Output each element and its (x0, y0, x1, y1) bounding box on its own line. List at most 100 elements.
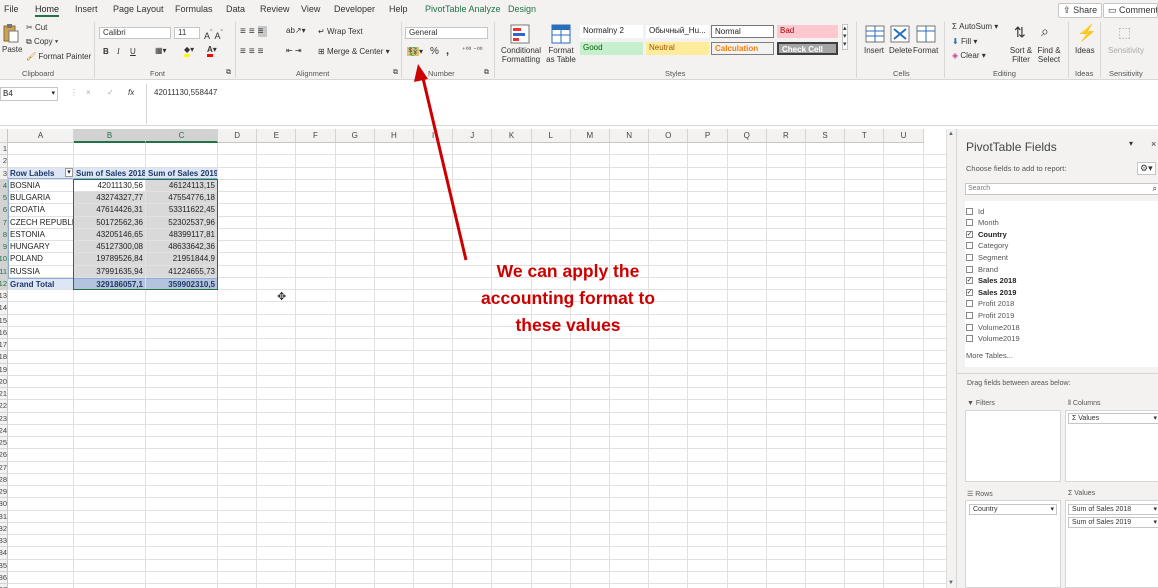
insert-function-icon[interactable]: fx (128, 88, 134, 97)
chevron-down-icon[interactable]: ▾ (51, 88, 55, 100)
paste-icon[interactable] (2, 22, 20, 44)
number-format-dropdown[interactable]: General (405, 27, 488, 39)
checked-checkbox-icon[interactable]: ✓ (966, 288, 973, 296)
font-name-dropdown[interactable]: Calibri (99, 27, 171, 39)
tab-developer[interactable]: Developer (334, 4, 375, 14)
grand-total-label[interactable]: Grand Total (8, 277, 73, 289)
conditional-formatting-button[interactable]: Conditional Formatting (500, 46, 542, 64)
checkbox-icon[interactable] (966, 335, 973, 343)
chevron-down-icon[interactable]: ▾ (1050, 505, 1054, 514)
find-select-icon[interactable]: ⌕ (1041, 23, 1049, 40)
column-header-s[interactable]: S (806, 129, 846, 143)
column-header-r[interactable]: R (766, 129, 806, 143)
ideas-icon[interactable]: ⚡ (1077, 23, 1097, 43)
share-button[interactable]: ⇪ Share (1058, 3, 1103, 18)
column-header-n[interactable]: N (610, 129, 650, 143)
pivot-value-cell[interactable]: 50172562,36 (74, 216, 145, 228)
pivot-row-label[interactable]: POLAND (8, 253, 73, 264)
pivot-value-cell[interactable]: 43274327,77 (74, 192, 145, 204)
column-header-f[interactable]: F (296, 129, 336, 143)
alignment-dialog-launcher-icon[interactable]: ⧉ (393, 69, 398, 77)
filter-dropdown-icon[interactable]: ▾ (65, 167, 73, 177)
row-header[interactable]: 27 (0, 461, 8, 474)
ideas-button[interactable]: Ideas (1075, 46, 1095, 55)
bold-button[interactable]: B (103, 47, 109, 56)
column-header-t[interactable]: T (845, 129, 885, 143)
pivot-value-cell[interactable]: 48399117,81 (146, 228, 217, 240)
font-dialog-launcher-icon[interactable]: ⧉ (226, 69, 231, 77)
column-header-l[interactable]: L (531, 129, 571, 143)
pivot-row-label[interactable]: CZECH REPUBLIC (8, 217, 73, 228)
row-header[interactable]: 19 (0, 363, 8, 376)
column-header-e[interactable]: E (257, 129, 297, 143)
font-color-icon[interactable]: A▾ (207, 45, 217, 57)
row-header[interactable]: 15 (0, 314, 8, 327)
pivot-value-cell[interactable]: 42011130,56 (74, 179, 145, 191)
row-header[interactable]: 26 (0, 449, 8, 462)
row-header[interactable]: 8 (0, 228, 8, 241)
scroll-down-icon[interactable]: ▼ (948, 580, 954, 586)
values-area[interactable]: Sum of Sales 2018 ▾ Sum of Sales 2019 ▾ (1065, 500, 1158, 588)
more-tables-link[interactable]: More Tables... (966, 351, 1013, 360)
delete-cells-icon[interactable] (889, 24, 911, 44)
decimal-icons[interactable]: ⁺⁰⁰ ⁻⁰⁰ (462, 46, 483, 54)
style-neutral[interactable]: Neutral (646, 42, 709, 55)
checkbox-icon[interactable] (966, 300, 973, 308)
pivot-row-label[interactable]: HUNGARY (8, 241, 73, 252)
pivot-field-item[interactable]: ✓ Country (966, 229, 1007, 239)
columns-values-chip[interactable]: Σ Values ▾ (1068, 413, 1158, 424)
pivot-field-item[interactable]: ✓ Sales 2018 (966, 276, 1016, 286)
values-sales2019-chip[interactable]: Sum of Sales 2019 ▾ (1068, 517, 1158, 528)
column-header-c[interactable]: C (146, 129, 218, 143)
row-header[interactable]: 3 (0, 167, 8, 180)
copy-button[interactable]: ⧉ Copy ▾ (26, 37, 58, 47)
pivot-row-label[interactable]: CROATIA (8, 204, 73, 215)
row-header[interactable]: 31 (0, 510, 8, 523)
row-header[interactable]: 35 (0, 559, 8, 572)
clear-button[interactable]: ◈ Clear ▾ (952, 51, 986, 60)
chevron-down-icon[interactable]: ▾ (1153, 414, 1157, 423)
style-good[interactable]: Good (580, 42, 643, 55)
row-header[interactable]: 20 (0, 375, 8, 388)
pivot-field-item[interactable]: Segment (966, 252, 1008, 262)
rows-area[interactable]: Country ▾ (965, 500, 1061, 588)
horizontal-align-icons[interactable]: ≡≡≡ (240, 46, 267, 57)
pivot-field-item[interactable]: Profit 2019 (966, 310, 1014, 320)
number-dialog-launcher-icon[interactable]: ⧉ (484, 69, 489, 77)
column-header-u[interactable]: U (884, 129, 924, 143)
row-header[interactable]: 34 (0, 547, 8, 560)
row-header[interactable]: 24 (0, 424, 8, 437)
row-header[interactable]: 32 (0, 522, 8, 535)
rows-country-chip[interactable]: Country ▾ (969, 504, 1057, 515)
row-header[interactable]: 29 (0, 486, 8, 499)
column-header-o[interactable]: O (649, 129, 689, 143)
tab-design[interactable]: Design (508, 4, 536, 14)
chevron-down-icon[interactable]: ▾ (1153, 518, 1157, 527)
row-header[interactable]: 18 (0, 351, 8, 364)
pivot-value-header[interactable]: Sum of Sales 2018 (74, 167, 145, 179)
insert-cells-icon[interactable] (864, 24, 886, 44)
style-check-cell[interactable]: Check Cell (777, 42, 838, 55)
indent-icons[interactable]: ⇤ ⇥ (286, 46, 302, 55)
pivot-field-item[interactable]: ✓ Sales 2019 (966, 287, 1016, 297)
row-header[interactable]: 33 (0, 535, 8, 548)
row-header[interactable]: 11 (0, 265, 8, 278)
column-header-m[interactable]: M (570, 129, 610, 143)
font-grow-icon[interactable]: Aˆ Aˇ (204, 28, 223, 41)
row-header[interactable]: 2 (0, 155, 8, 168)
tab-data[interactable]: Data (226, 4, 245, 14)
field-search-input[interactable]: Search ⌕ (965, 183, 1158, 195)
row-header[interactable]: 28 (0, 473, 8, 486)
style-obychny[interactable]: Обычный_Hu... (646, 25, 709, 38)
tab-view[interactable]: View (301, 4, 320, 14)
scroll-up-icon[interactable]: ▲ (948, 131, 954, 137)
row-header[interactable]: 4 (0, 179, 8, 192)
pivot-value-cell[interactable]: 21951844,9 (146, 253, 217, 265)
pivot-value-cell[interactable]: 47614426,31 (74, 204, 145, 216)
column-header-q[interactable]: Q (727, 129, 767, 143)
italic-button[interactable]: I (117, 47, 120, 56)
style-normalny2[interactable]: Normalny 2 (580, 25, 643, 38)
row-header[interactable]: 9 (0, 241, 8, 254)
column-header-g[interactable]: G (335, 129, 375, 143)
pivot-field-item[interactable]: Profit 2018 (966, 299, 1014, 309)
